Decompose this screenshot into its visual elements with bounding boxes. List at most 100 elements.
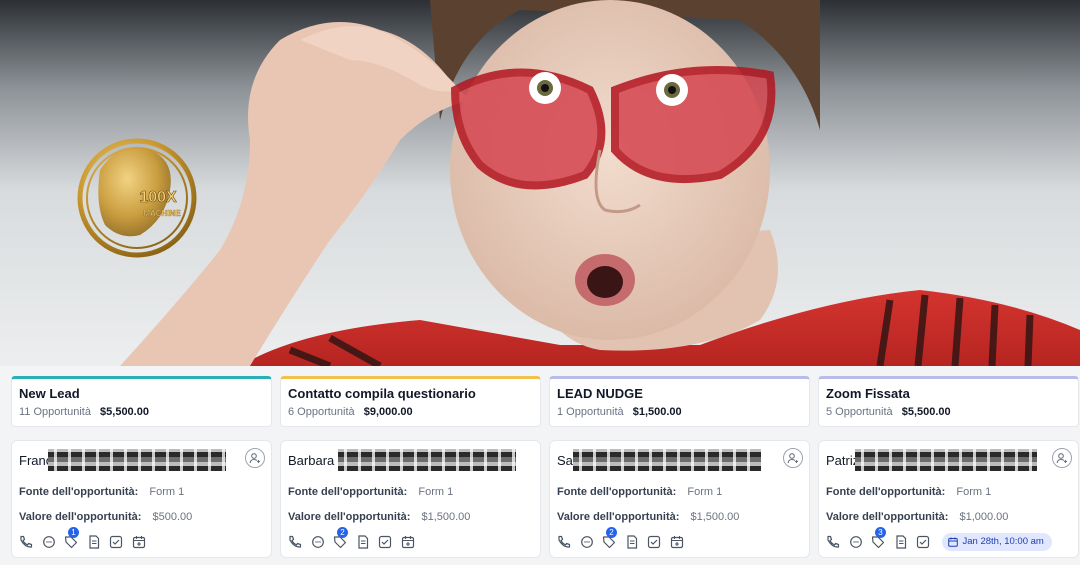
- source-label: Fonte dell'opportunità:: [288, 486, 408, 498]
- pipeline-column-new-lead: New Lead 11 Opportunità $5,500.00 Franc …: [11, 376, 272, 558]
- source-label: Fonte dell'opportunità:: [19, 486, 139, 498]
- pipeline-column-lead-nudge: LEAD NUDGE 1 Opportunità $1,500.00 Sar F…: [549, 376, 810, 558]
- stage-title: Contatto compila questionario: [288, 386, 476, 401]
- source-row: Fonte dell'opportunità: Form 1: [557, 485, 722, 499]
- document-icon[interactable]: [624, 534, 640, 550]
- svg-text:MACHINE: MACHINE: [143, 209, 181, 218]
- task-icon[interactable]: [377, 534, 393, 550]
- stage-amount: $9,000.00: [363, 406, 413, 418]
- chat-icon[interactable]: [310, 534, 326, 550]
- value-row: Valore dell'opportunità: $1,500.00: [557, 510, 739, 524]
- contact-row: Patriz: [826, 449, 1038, 471]
- contact-name[interactable]: Barbara: [288, 453, 334, 468]
- opportunity-card[interactable]: Patriz Fonte dell'opportunità: Form 1 Va…: [818, 440, 1079, 558]
- stage-header[interactable]: LEAD NUDGE 1 Opportunità $1,500.00: [549, 376, 810, 427]
- stage-title: LEAD NUDGE: [557, 386, 643, 401]
- stage-count: 6 Opportunità: [288, 406, 355, 418]
- redacted-name: [338, 449, 517, 471]
- tag-icon[interactable]: 1: [63, 527, 79, 550]
- contact-row: Sar: [557, 449, 762, 471]
- chat-icon[interactable]: [848, 534, 864, 550]
- notification-badge: 1: [68, 527, 79, 538]
- value-label: Valore dell'opportunità:: [19, 511, 142, 523]
- phone-icon[interactable]: [18, 534, 34, 550]
- notification-badge: 3: [875, 527, 886, 538]
- value-label: Valore dell'opportunità:: [557, 511, 680, 523]
- stage-count: 5 Opportunità: [826, 406, 893, 418]
- source-value: Form 1: [418, 486, 454, 498]
- stage-meta: 11 Opportunità $5,500.00: [19, 405, 264, 419]
- opportunity-value: $1,500.00: [690, 511, 740, 523]
- calendar-add-icon[interactable]: [669, 534, 685, 550]
- hero-banner: 100X MACHINE: [0, 0, 1080, 366]
- stage-amount: $1,500.00: [632, 406, 682, 418]
- task-icon[interactable]: [646, 534, 662, 550]
- phone-icon[interactable]: [825, 534, 841, 550]
- pipeline-column-zoom-fissata: Zoom Fissata 5 Opportunità $5,500.00 Pat…: [818, 376, 1079, 558]
- stage-meta: 5 Opportunità $5,500.00: [826, 405, 1071, 419]
- source-row: Fonte dell'opportunità: Form 1: [288, 485, 453, 499]
- stage-amount: $5,500.00: [100, 406, 149, 418]
- task-icon[interactable]: [108, 534, 124, 550]
- hero-photo: 100X MACHINE: [77, 0, 1080, 366]
- value-label: Valore dell'opportunità:: [826, 511, 949, 523]
- stage-title: Zoom Fissata: [826, 386, 910, 401]
- notification-badge: 2: [606, 527, 617, 538]
- chat-icon[interactable]: [579, 534, 595, 550]
- assign-user-button[interactable]: [783, 448, 803, 468]
- opportunity-card[interactable]: Barbara Fonte dell'opportunità: Form 1 V…: [280, 440, 541, 558]
- contact-row: Barbara: [288, 449, 517, 471]
- redacted-name: [855, 449, 1038, 471]
- tag-icon[interactable]: 3: [870, 527, 886, 550]
- opportunity-value: $500.00: [152, 511, 193, 523]
- value-row: Valore dell'opportunità: $1,000.00: [826, 510, 1008, 524]
- brand-logo: 100X MACHINE: [77, 138, 197, 258]
- stage-header[interactable]: Contatto compila questionario 6 Opportun…: [280, 376, 541, 427]
- stage-count: 11 Opportunità: [19, 406, 91, 418]
- phone-icon[interactable]: [287, 534, 303, 550]
- card-actions: 2: [556, 527, 691, 551]
- opportunity-card[interactable]: Sar Fonte dell'opportunità: Form 1 Valor…: [549, 440, 810, 558]
- card-actions: 2: [287, 527, 422, 551]
- redacted-name: [573, 449, 762, 471]
- source-label: Fonte dell'opportunità:: [826, 486, 946, 498]
- source-label: Fonte dell'opportunità:: [557, 486, 677, 498]
- user-icon: [1056, 453, 1067, 464]
- appointment-chip[interactable]: Jan 28th, 10:00 am: [941, 533, 1052, 551]
- source-row: Fonte dell'opportunità: Form 1: [826, 485, 991, 499]
- stage-count: 1 Opportunità: [557, 406, 624, 418]
- user-icon: [787, 453, 798, 464]
- contact-name[interactable]: Franc: [19, 453, 52, 468]
- document-icon[interactable]: [893, 534, 909, 550]
- card-actions: 3 Jan 28th, 10:00 am: [825, 527, 1052, 551]
- document-icon[interactable]: [355, 534, 371, 550]
- source-value: Form 1: [149, 486, 185, 498]
- assign-user-button[interactable]: [1052, 448, 1072, 468]
- source-row: Fonte dell'opportunità: Form 1: [19, 485, 184, 499]
- calendar-add-icon[interactable]: [400, 534, 416, 550]
- stage-meta: 1 Opportunità $1,500.00: [557, 405, 802, 419]
- tag-icon[interactable]: 2: [332, 527, 348, 550]
- user-icon: [249, 453, 260, 464]
- opportunity-value: $1,000.00: [959, 511, 1009, 523]
- tag-icon[interactable]: 2: [601, 527, 617, 550]
- pipeline-column-contatto: Contatto compila questionario 6 Opportun…: [280, 376, 541, 558]
- assign-user-button[interactable]: [245, 448, 265, 468]
- task-icon[interactable]: [915, 534, 931, 550]
- value-label: Valore dell'opportunità:: [288, 511, 411, 523]
- notification-badge: 2: [337, 527, 348, 538]
- stage-header[interactable]: Zoom Fissata 5 Opportunità $5,500.00: [818, 376, 1079, 427]
- calendar-icon: [947, 537, 958, 547]
- source-value: Form 1: [956, 486, 992, 498]
- stage-meta: 6 Opportunità $9,000.00: [288, 405, 533, 419]
- document-icon[interactable]: [86, 534, 102, 550]
- contact-name[interactable]: Patriz: [826, 453, 859, 468]
- value-row: Valore dell'opportunità: $500.00: [19, 510, 192, 524]
- phone-icon[interactable]: [556, 534, 572, 550]
- chat-icon[interactable]: [41, 534, 57, 550]
- source-value: Form 1: [687, 486, 723, 498]
- stage-header[interactable]: New Lead 11 Opportunità $5,500.00: [11, 376, 272, 427]
- stage-title: New Lead: [19, 386, 80, 401]
- calendar-add-icon[interactable]: [131, 534, 147, 550]
- opportunity-card[interactable]: Franc Fonte dell'opportunità: Form 1 Val…: [11, 440, 272, 558]
